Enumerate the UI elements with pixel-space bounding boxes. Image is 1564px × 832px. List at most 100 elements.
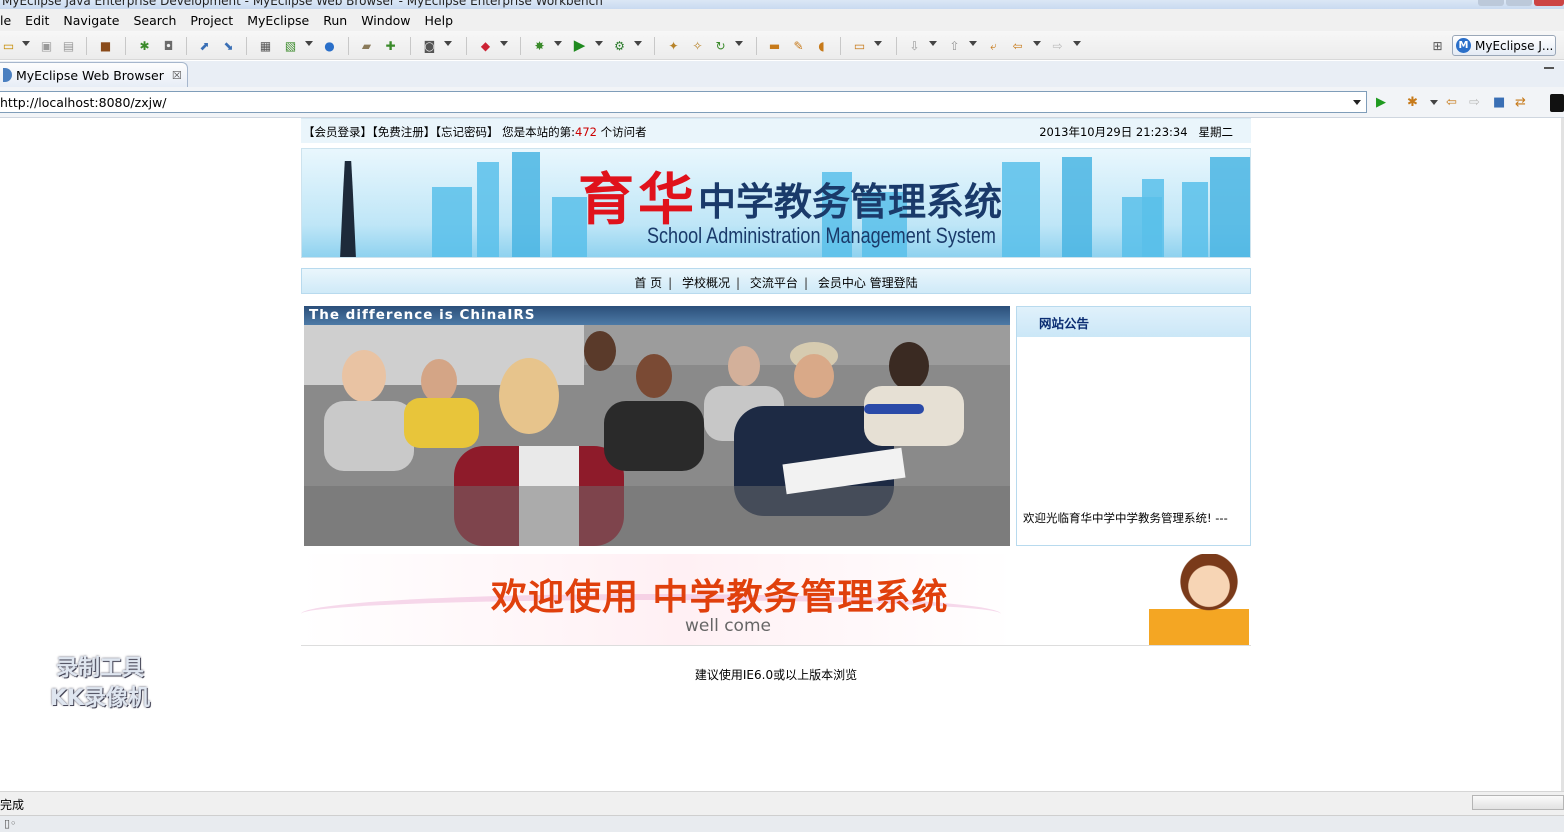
status-text: 完成: [0, 798, 25, 812]
web-page-viewport: 【会员登录】【免费注册】【忘记密码】 您是本站的第:472 个访问者 2013年…: [0, 118, 1564, 791]
go-icon[interactable]: ▶: [1376, 96, 1386, 109]
tab-myeclipse-web-browser[interactable]: MyEclipse Web Browser ☒: [0, 62, 188, 87]
server-icon[interactable]: ▦: [257, 37, 274, 54]
new-icon[interactable]: ▭: [0, 37, 17, 54]
back-icon[interactable]: ⇦: [1009, 37, 1026, 54]
folder-icon[interactable]: ▬: [766, 37, 783, 54]
status-bar: 完成: [0, 791, 1564, 815]
prev-annotation-dropdown-icon[interactable]: [969, 41, 977, 46]
save-icon[interactable]: ▣: [38, 37, 55, 54]
close-tab-icon[interactable]: ☒: [172, 69, 182, 82]
next-annotation-dropdown-icon[interactable]: [929, 41, 937, 46]
nav-exchange-platform[interactable]: 交流平台: [750, 276, 798, 290]
menu-edit[interactable]: Edit: [18, 13, 56, 28]
task-icon[interactable]: ◖: [813, 37, 830, 54]
refresh-icon[interactable]: ↻: [712, 37, 729, 54]
browser-back-icon[interactable]: ⇦: [1446, 96, 1457, 109]
refresh-dropdown-icon[interactable]: [735, 41, 743, 46]
nav-home[interactable]: 首 页: [634, 276, 662, 290]
member-links[interactable]: 【会员登录】【免费注册】【忘记密码】: [303, 125, 499, 139]
fast-view-icon[interactable]: ▯◦: [4, 817, 17, 830]
url-history-dropdown-icon[interactable]: [1353, 100, 1361, 105]
redeploy-icon[interactable]: ⬊: [220, 37, 237, 54]
menu-help[interactable]: Help: [418, 13, 461, 28]
server-dropdown-icon[interactable]: [305, 41, 313, 46]
minimize-view-icon[interactable]: [1544, 67, 1554, 69]
package-icon[interactable]: ■: [97, 37, 114, 54]
prev-annotation-icon[interactable]: ⇧: [946, 37, 963, 54]
recorder-watermark: 录制工具 KK录像机: [30, 654, 170, 714]
open-type-icon[interactable]: ✦: [665, 37, 682, 54]
site-top-bar: 【会员登录】【免费注册】【忘记密码】 您是本站的第:472 个访问者 2013年…: [301, 118, 1251, 143]
pencil-icon[interactable]: ✎: [790, 37, 807, 54]
member-links-and-counter: 【会员登录】【免费注册】【忘记密码】 您是本站的第:472 个访问者: [303, 124, 647, 140]
new-dropdown-icon[interactable]: [22, 41, 30, 46]
camera-icon[interactable]: ◙: [421, 37, 438, 54]
open-icon[interactable]: ▰: [358, 37, 375, 54]
debug-bug-icon[interactable]: ✱: [136, 37, 153, 54]
wizard-dropdown-icon[interactable]: [500, 41, 508, 46]
server-start-icon[interactable]: ▧: [282, 37, 299, 54]
deploy-icon[interactable]: ⬈: [196, 37, 213, 54]
date-display: 2013年10月29日 21:23:34 星期二: [1039, 124, 1233, 140]
watermark-line2: KK录像机: [49, 686, 151, 711]
menu-window[interactable]: Window: [354, 13, 417, 28]
menu-myeclipse[interactable]: MyEclipse: [240, 13, 316, 28]
announcement-heading: 网站公告: [1017, 307, 1250, 337]
run-icon[interactable]: ▶: [571, 37, 588, 54]
browser-forward-icon[interactable]: ⇨: [1469, 96, 1480, 109]
browser-address-row: http://localhost:8080/zxjw/ ▶ ✱ ⇦ ⇨ ■ ⇄: [0, 87, 1564, 118]
menu-run[interactable]: Run: [316, 13, 354, 28]
globe-icon[interactable]: ●: [321, 37, 338, 54]
nav-school-overview[interactable]: 学校概况: [682, 276, 730, 290]
lock-icon[interactable]: ◘: [160, 37, 177, 54]
search-folder-icon[interactable]: ▭: [851, 37, 868, 54]
camera-dropdown-icon[interactable]: [444, 41, 452, 46]
menu-bar: le Edit Navigate Search Project MyEclips…: [0, 9, 1564, 31]
open-perspective-icon[interactable]: ⊞: [1429, 37, 1446, 54]
new-wizard-icon[interactable]: ◆: [477, 37, 494, 54]
debug-dropdown-icon[interactable]: [554, 41, 562, 46]
tab-label: MyEclipse Web Browser: [16, 67, 164, 83]
run-dropdown-icon[interactable]: [595, 41, 603, 46]
stop-icon[interactable]: ■: [1493, 96, 1505, 109]
datetime: 2013年10月29日 21:23:34: [1039, 125, 1188, 139]
myeclipse-icon: M: [1456, 38, 1471, 53]
external-dropdown-icon[interactable]: [634, 41, 642, 46]
announcement-panel: 网站公告 欢迎光临育华中学中学教务管理系统! ---: [1016, 306, 1251, 546]
favorites-icon[interactable]: ✱: [1407, 96, 1418, 109]
welcome-subtitle: well come: [685, 616, 771, 636]
open-resource-icon[interactable]: ✧: [689, 37, 706, 54]
favorites-dropdown-icon[interactable]: [1430, 100, 1438, 105]
perspective-label: MyEclipse J...: [1475, 38, 1554, 53]
tv-icon[interactable]: [1550, 94, 1564, 112]
browser-refresh-icon[interactable]: ⇄: [1515, 96, 1526, 109]
forward-dropdown-icon[interactable]: [1073, 41, 1081, 46]
nav-member-center[interactable]: 会员中心: [818, 276, 866, 290]
last-edit-icon[interactable]: ⤶: [985, 37, 1002, 54]
classroom-photo: The difference is ChinaIRS: [304, 306, 1010, 546]
menu-search[interactable]: Search: [126, 13, 183, 28]
url-input[interactable]: http://localhost:8080/zxjw/: [0, 91, 1367, 113]
maximize-button[interactable]: [1506, 0, 1532, 6]
forward-icon[interactable]: ⇨: [1049, 37, 1066, 54]
minimize-button[interactable]: [1478, 0, 1504, 6]
perspective-button[interactable]: M MyEclipse J...: [1452, 35, 1556, 56]
nav-admin-login[interactable]: 管理登陆: [870, 276, 918, 290]
print-icon[interactable]: ▤: [60, 37, 77, 54]
next-annotation-icon[interactable]: ⇩: [906, 37, 923, 54]
debug-icon[interactable]: ✸: [531, 37, 548, 54]
external-tools-icon[interactable]: ⚙: [611, 37, 628, 54]
main-toolbar: ▭ ▣ ▤ ■ ✱ ◘ ⬈ ⬊ ▦ ▧ ● ▰ ✚ ◙ ◆ ✸ ▶ ⚙ ✦ ✧ …: [0, 31, 1564, 60]
search-dropdown-icon[interactable]: [874, 41, 882, 46]
close-window-button[interactable]: [1534, 0, 1564, 6]
back-dropdown-icon[interactable]: [1033, 41, 1041, 46]
menu-file[interactable]: le: [0, 13, 18, 28]
browser-recommendation: 建议使用IE6.0或以上版本浏览: [694, 668, 858, 682]
weekday: 星期二: [1198, 125, 1234, 139]
menu-navigate[interactable]: Navigate: [56, 13, 126, 28]
menu-project[interactable]: Project: [183, 13, 240, 28]
progress-bar: [1472, 795, 1564, 810]
url-text: http://localhost:8080/zxjw/: [0, 95, 167, 110]
add-icon[interactable]: ✚: [382, 37, 399, 54]
